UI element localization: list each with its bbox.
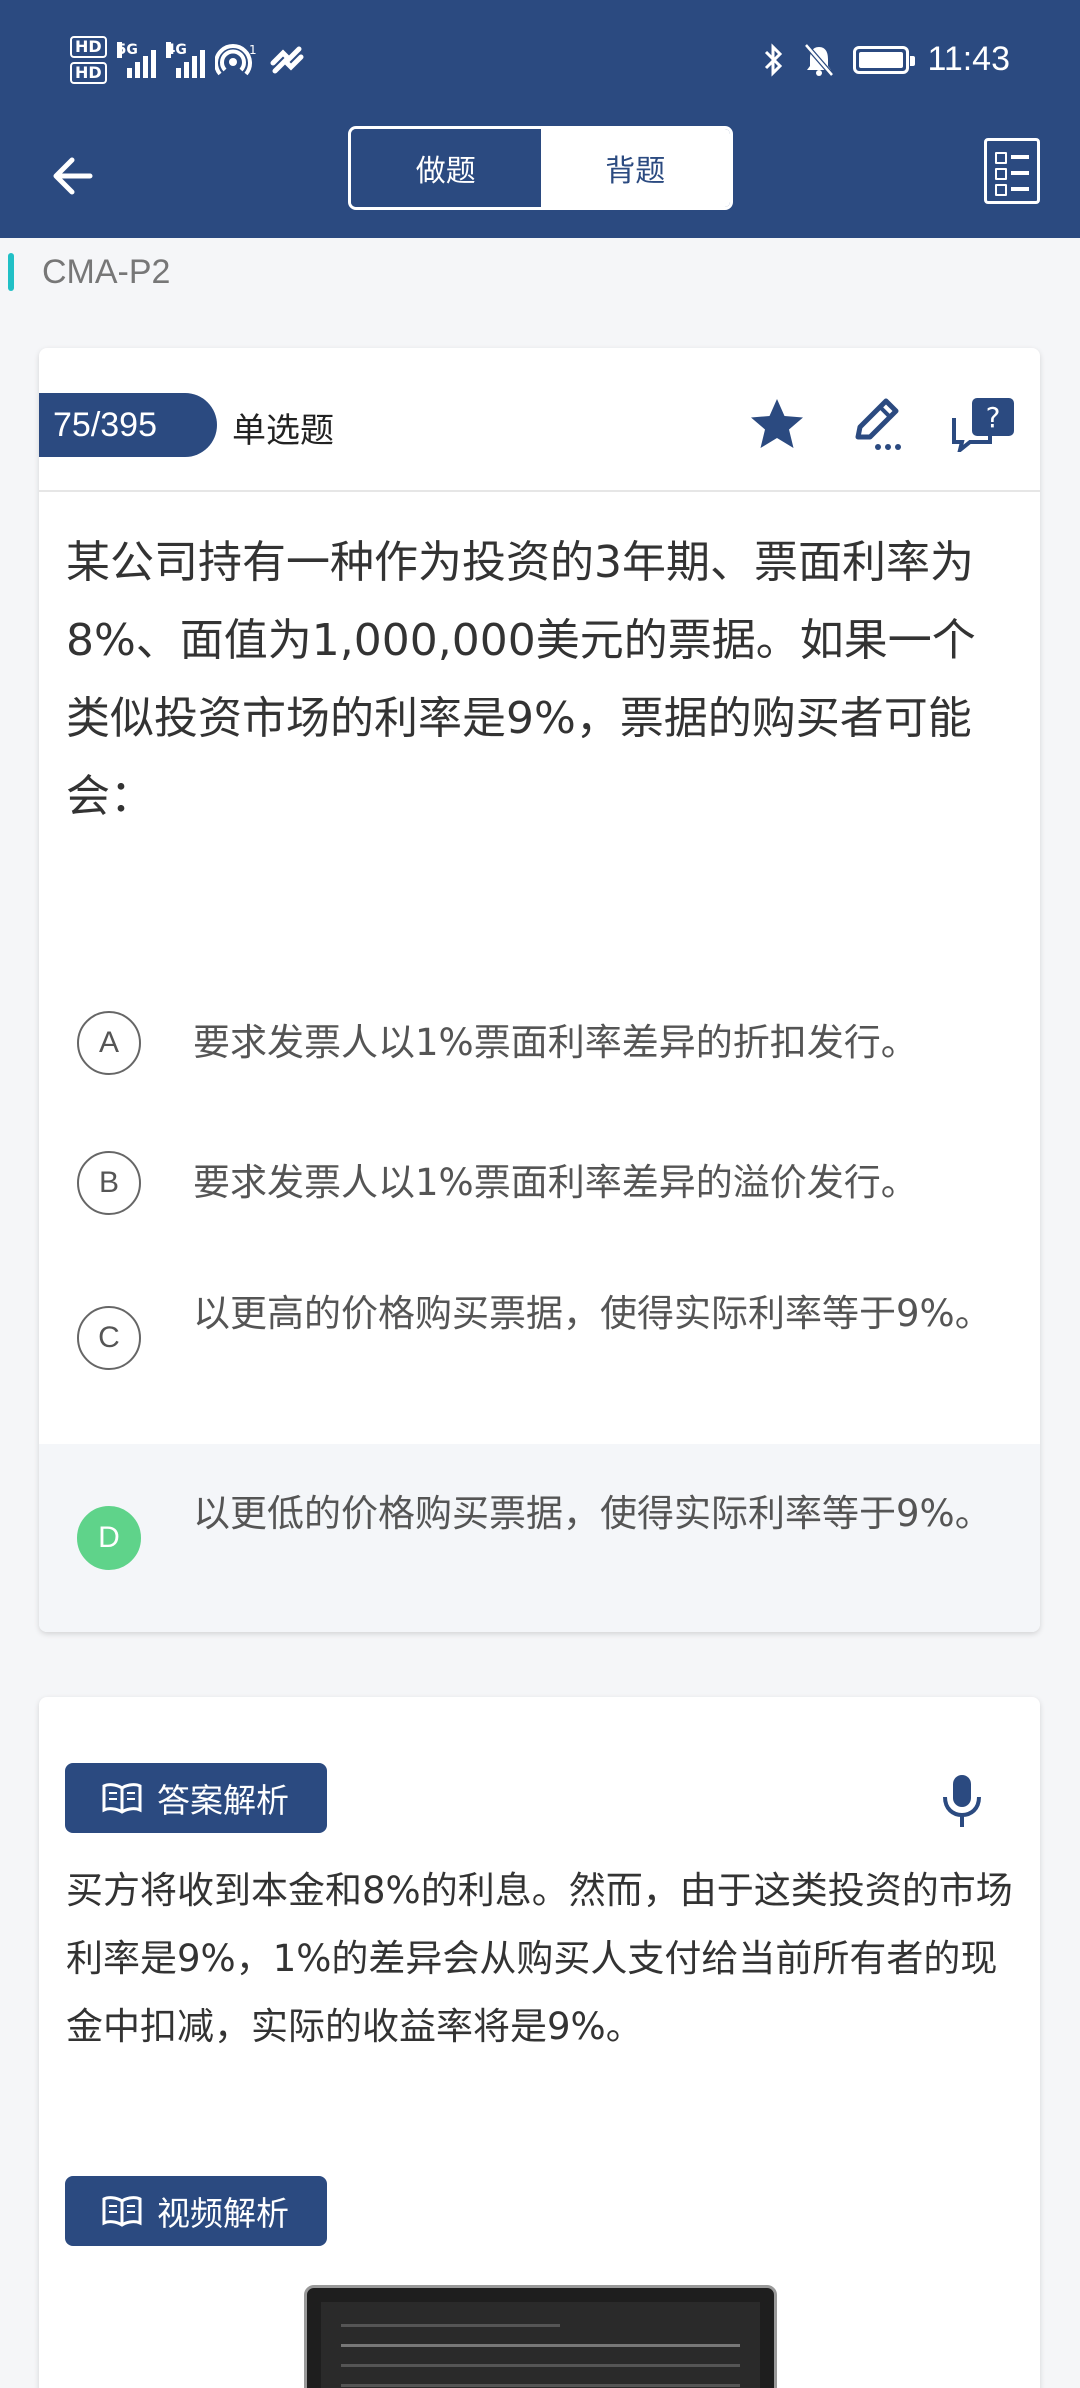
mode-toggle: 做题 背题 — [348, 126, 733, 210]
svg-text:1: 1 — [249, 43, 257, 57]
question-feedback-icon[interactable]: ? — [950, 396, 1016, 452]
mute-icon — [804, 42, 835, 77]
tab-memorize[interactable]: 背题 — [540, 129, 730, 207]
nfc-icon — [270, 46, 304, 74]
hd-badge-2: HD — [70, 62, 107, 84]
option-d-letter: D — [77, 1506, 141, 1570]
question-type: 单选题 — [232, 411, 334, 451]
hotspot-icon: 1 — [214, 43, 257, 76]
option-c-letter: C — [77, 1306, 141, 1370]
svg-text:?: ? — [986, 401, 1001, 434]
option-b[interactable]: B 要求发票人以1%票面利率差异的溢价发行。 — [39, 1138, 1040, 1228]
option-b-letter: B — [77, 1151, 141, 1215]
star-icon[interactable] — [748, 396, 806, 452]
book-icon — [102, 1783, 142, 1814]
option-a[interactable]: A 要求发票人以1%票面利率差异的折扣发行。 — [39, 998, 1040, 1088]
option-c-text: 以更高的价格购买票据，使得实际利率等于9%。 — [193, 1292, 992, 1335]
answer-analysis-tag: 答案解析 — [65, 1763, 327, 1833]
analysis-card: 答案解析 买方将收到本金和8%的利息。然而，由于这类投资的市场利率是9%，1%的… — [39, 1697, 1040, 2388]
signal-4g-icon: 4G — [165, 42, 205, 78]
option-d[interactable]: D 以更低的价格购买票据，使得实际利率等于9%。 — [39, 1444, 1040, 1632]
option-a-text: 要求发票人以1%票面利率差异的折扣发行。 — [193, 1021, 918, 1064]
video-screen — [321, 2302, 760, 2388]
option-b-text: 要求发票人以1%票面利率差异的溢价发行。 — [193, 1161, 918, 1204]
question-card: 75/395 单选题 ? 某公司持有一种作为投资的3年期、票面利率为8%、面值为… — [39, 348, 1040, 1632]
video-thumbnail[interactable] — [304, 2285, 777, 2388]
question-counter: 75/395 — [39, 393, 217, 457]
question-header: 75/395 单选题 ? — [39, 348, 1040, 492]
battery-icon — [853, 45, 916, 74]
answer-analysis-label: 答案解析 — [157, 1781, 289, 1820]
hd-badge-1: HD — [70, 36, 107, 58]
subject-name: CMA-P2 — [42, 252, 171, 291]
video-analysis-tag[interactable]: 视频解析 — [65, 2176, 327, 2246]
video-analysis-label: 视频解析 — [157, 2194, 289, 2233]
microphone-icon[interactable] — [940, 1773, 984, 1829]
clock: 11:43 — [927, 40, 1010, 78]
question-list-icon[interactable] — [984, 138, 1040, 204]
back-arrow-icon[interactable] — [42, 146, 102, 206]
subject-label: CMA-P2 — [8, 252, 170, 292]
option-d-text: 以更低的价格购买票据，使得实际利率等于9%。 — [193, 1492, 992, 1535]
bluetooth-icon — [765, 42, 783, 77]
answer-analysis-text: 买方将收到本金和8%的利息。然而，由于这类投资的市场利率是9%，1%的差异会从购… — [66, 1869, 1013, 2048]
top-bar: HD HD 5G 4G 1 11:43 做题 背题 — [0, 0, 1080, 238]
book-icon — [102, 2196, 142, 2227]
option-a-letter: A — [77, 1011, 141, 1075]
signal-5g-icon: 5G — [116, 42, 156, 78]
navigation-bar: 做题 背题 — [0, 126, 1080, 238]
accent-bar — [8, 253, 14, 291]
status-bar: HD HD 5G 4G 1 11:43 — [0, 0, 1080, 130]
question-text: 某公司持有一种作为投资的3年期、票面利率为8%、面值为1,000,000美元的票… — [66, 537, 976, 822]
option-c[interactable]: C 以更高的价格购买票据，使得实际利率等于9%。 — [39, 1278, 1040, 1398]
edit-note-icon[interactable] — [852, 397, 904, 451]
tab-practice[interactable]: 做题 — [351, 129, 541, 207]
